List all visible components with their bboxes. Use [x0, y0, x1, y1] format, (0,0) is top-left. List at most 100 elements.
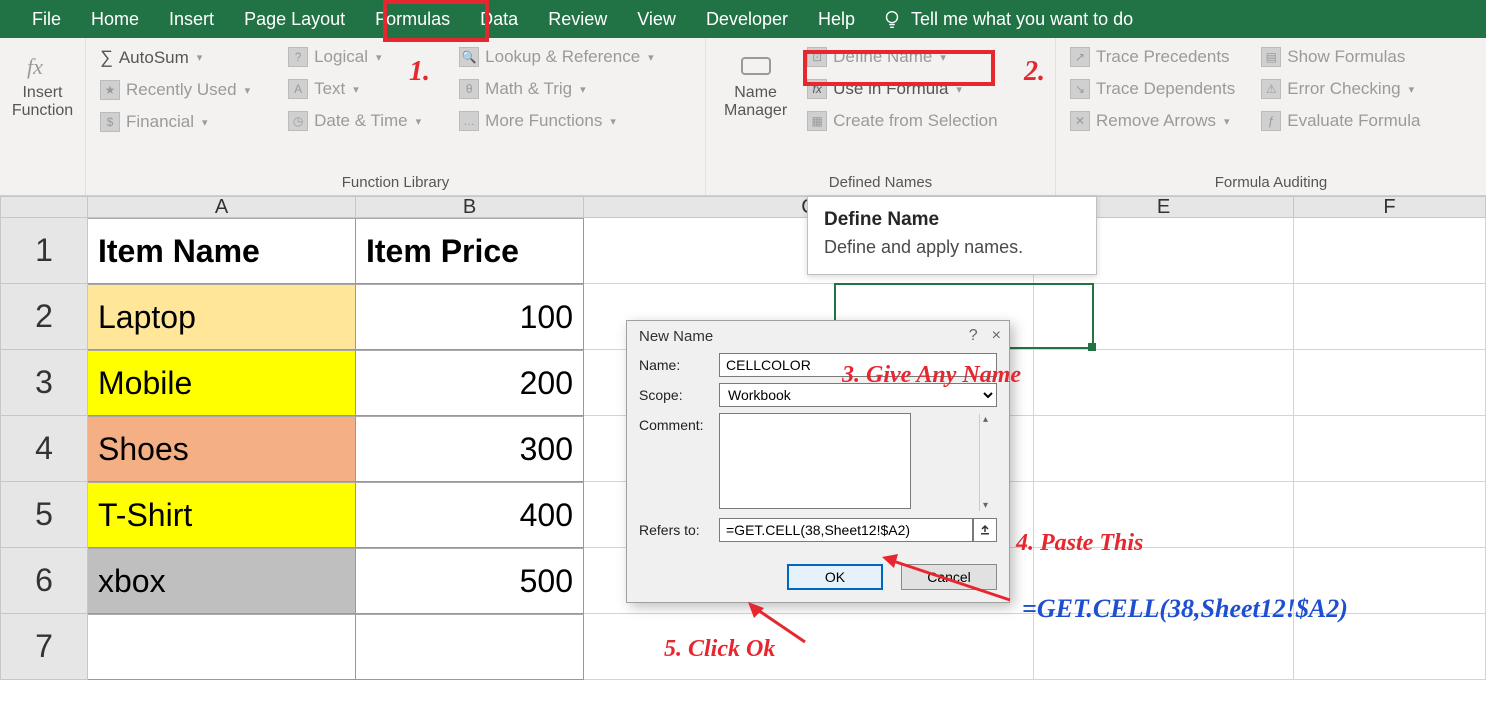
refers-to-input[interactable]: [719, 518, 973, 542]
define-name-label: Define Name: [833, 47, 932, 67]
lookup-button[interactable]: 🔍 Lookup & Reference: [455, 44, 658, 70]
create-from-selection-button[interactable]: ▦Create from Selection: [803, 108, 1001, 134]
scope-select[interactable]: Workbook: [719, 383, 997, 407]
row-header[interactable]: 3: [0, 350, 88, 416]
trace-dependents-button[interactable]: ↘Trace Dependents: [1066, 76, 1239, 102]
menu-review[interactable]: Review: [534, 3, 621, 36]
date-time-button[interactable]: ◷Date & Time: [284, 108, 425, 134]
trace-precedents-button[interactable]: ↗Trace Precedents: [1066, 44, 1239, 70]
cell[interactable]: [1034, 416, 1294, 482]
ok-button[interactable]: OK: [787, 564, 883, 590]
col-header-f[interactable]: F: [1294, 196, 1486, 218]
show-formulas-button[interactable]: ▤Show Formulas: [1257, 44, 1424, 70]
col-header-b[interactable]: B: [356, 196, 584, 218]
lightbulb-icon: [881, 8, 903, 30]
lookup-label: Lookup & Reference: [485, 47, 640, 67]
cell[interactable]: Mobile: [88, 350, 356, 416]
financial-button[interactable]: $Financial: [96, 109, 254, 135]
cell[interactable]: [1294, 482, 1486, 548]
menu-home[interactable]: Home: [77, 3, 153, 36]
lookup-icon: 🔍: [459, 47, 479, 67]
name-input[interactable]: [719, 353, 997, 377]
more-functions-button[interactable]: …More Functions: [455, 108, 658, 134]
comment-textarea[interactable]: [719, 413, 911, 509]
name-manager-icon: [736, 50, 776, 82]
logical-icon: ?: [288, 47, 308, 67]
cell[interactable]: [1294, 350, 1486, 416]
cell[interactable]: 500: [356, 548, 584, 614]
dialog-help-button[interactable]: ?: [969, 327, 978, 345]
group-defined-names: Name Manager ⊡Define Name fxUse in Formu…: [706, 38, 1056, 195]
row-header[interactable]: 1: [0, 218, 88, 284]
cell[interactable]: [584, 614, 1034, 680]
cell[interactable]: [1034, 548, 1294, 614]
insert-function-button[interactable]: fx Insert Function: [10, 44, 75, 126]
name-manager-button[interactable]: Name Manager: [716, 44, 795, 134]
cell[interactable]: [1294, 614, 1486, 680]
menu-insert[interactable]: Insert: [155, 3, 228, 36]
row-header[interactable]: 2: [0, 284, 88, 350]
row-header[interactable]: 5: [0, 482, 88, 548]
cell[interactable]: [88, 614, 356, 680]
menu-file[interactable]: File: [18, 3, 75, 36]
scope-label: Scope:: [639, 383, 719, 403]
menu-data[interactable]: Data: [466, 3, 532, 36]
cell[interactable]: Item Name: [88, 218, 356, 284]
remove-arrows-button[interactable]: ✕Remove Arrows: [1066, 108, 1239, 134]
show-formulas-label: Show Formulas: [1287, 47, 1405, 67]
cell[interactable]: Item Price: [356, 218, 584, 284]
textarea-scrollbar[interactable]: [979, 414, 996, 511]
autosum-label: AutoSum: [119, 48, 189, 68]
cell[interactable]: Shoes: [88, 416, 356, 482]
text-button[interactable]: AText: [284, 76, 425, 102]
svg-text:fx: fx: [27, 54, 43, 79]
error-icon: ⚠: [1261, 79, 1281, 99]
cell[interactable]: [1034, 284, 1294, 350]
cancel-button[interactable]: Cancel: [901, 564, 997, 590]
row-header[interactable]: 6: [0, 548, 88, 614]
cell[interactable]: [1034, 614, 1294, 680]
tell-me-search[interactable]: Tell me what you want to do: [871, 8, 1133, 30]
row-header[interactable]: 7: [0, 614, 88, 680]
dialog-close-button[interactable]: ×: [992, 327, 1001, 345]
cell[interactable]: T-Shirt: [88, 482, 356, 548]
cell[interactable]: [1294, 548, 1486, 614]
autosum-button[interactable]: ∑AutoSum: [96, 44, 254, 71]
select-all-corner[interactable]: [0, 196, 88, 218]
more-label: More Functions: [485, 111, 602, 131]
math-button[interactable]: θMath & Trig: [455, 76, 658, 102]
menu-developer[interactable]: Developer: [692, 3, 802, 36]
define-name-button[interactable]: ⊡Define Name: [803, 44, 1001, 70]
cell[interactable]: [1294, 284, 1486, 350]
name-label: Name:: [639, 353, 719, 373]
menu-formulas[interactable]: Formulas: [361, 3, 464, 36]
evaluate-formula-button[interactable]: ƒEvaluate Formula: [1257, 108, 1424, 134]
dialog-titlebar[interactable]: New Name ? ×: [627, 321, 1009, 351]
tooltip-body: Define and apply names.: [824, 237, 1080, 258]
menu-help[interactable]: Help: [804, 3, 869, 36]
cell[interactable]: Laptop: [88, 284, 356, 350]
cell[interactable]: 400: [356, 482, 584, 548]
col-header-a[interactable]: A: [88, 196, 356, 218]
tooltip-title: Define Name: [824, 209, 1080, 231]
table-row: 7: [0, 614, 1486, 680]
cell[interactable]: [1034, 482, 1294, 548]
cell[interactable]: 200: [356, 350, 584, 416]
cell[interactable]: [1294, 416, 1486, 482]
use-formula-label: Use in Formula: [833, 79, 948, 99]
error-checking-button[interactable]: ⚠Error Checking: [1257, 76, 1424, 102]
use-in-formula-button[interactable]: fxUse in Formula: [803, 76, 1001, 102]
row-header[interactable]: 4: [0, 416, 88, 482]
menu-view[interactable]: View: [623, 3, 690, 36]
cell[interactable]: 300: [356, 416, 584, 482]
menu-page-layout[interactable]: Page Layout: [230, 3, 359, 36]
recently-used-button[interactable]: ★Recently Used: [96, 77, 254, 103]
cell[interactable]: [1034, 350, 1294, 416]
cell[interactable]: [1294, 218, 1486, 284]
cell[interactable]: [356, 614, 584, 680]
logical-button[interactable]: ?Logical: [284, 44, 425, 70]
cell[interactable]: 100: [356, 284, 584, 350]
cell[interactable]: xbox: [88, 548, 356, 614]
tell-me-label: Tell me what you want to do: [911, 9, 1133, 30]
collapse-dialog-button[interactable]: [973, 518, 997, 542]
